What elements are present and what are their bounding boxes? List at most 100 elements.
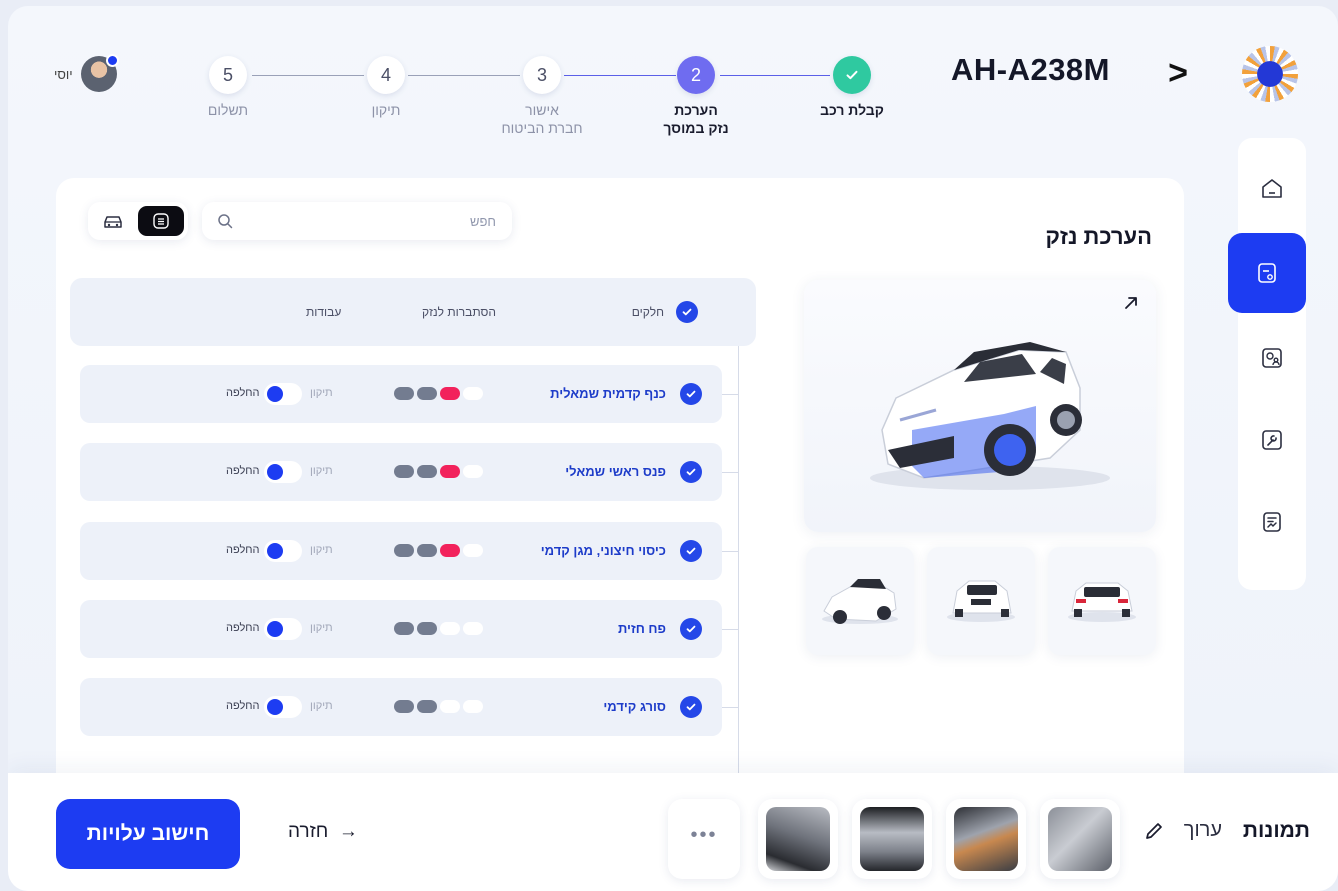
step-label: הערכת נזק במוסך: [663, 102, 729, 136]
probability-pill: [394, 700, 414, 713]
step-repair[interactable]: 4 תיקון: [326, 56, 446, 120]
photo-thumbnail: [954, 807, 1018, 871]
sidebar-item-damage-report[interactable]: [1228, 233, 1306, 313]
probability-pill: [417, 622, 437, 635]
repair-label: תיקון: [310, 622, 333, 634]
car-illustration: [870, 342, 1110, 490]
probability-pill: [440, 387, 460, 400]
damage-photo[interactable]: [852, 799, 932, 879]
probability-pill: [463, 387, 483, 400]
replace-label: החלפה: [226, 387, 260, 399]
probability-pill: [463, 700, 483, 713]
step-damage-assessment[interactable]: 2 הערכת נזק במוסך: [636, 56, 756, 137]
search-box: [202, 202, 512, 240]
wrench-icon: [1262, 430, 1282, 450]
thumbnail-front[interactable]: [806, 547, 914, 655]
part-checkbox[interactable]: [680, 696, 702, 718]
repair-replace-toggle[interactable]: [264, 383, 302, 405]
repair-replace-toggle[interactable]: [264, 461, 302, 483]
damage-assessment-panel: הערכת נזק חלקים הסתברות לנזק עבודות כנף …: [56, 178, 1184, 818]
damage-photo[interactable]: [1040, 799, 1120, 879]
pencil-icon[interactable]: [1142, 819, 1166, 843]
calculate-costs-button[interactable]: חישוב עלויות: [56, 799, 240, 869]
report-chart-icon: [1263, 512, 1281, 532]
damage-probability-meter: [394, 387, 483, 400]
photos-title: תמונות: [1242, 819, 1310, 842]
thumbnail-rear[interactable]: [1048, 547, 1156, 655]
tree-branch: [722, 394, 738, 395]
part-checkbox[interactable]: [680, 540, 702, 562]
photo-thumbnail: [860, 807, 924, 871]
probability-pill: [440, 544, 460, 557]
part-checkbox[interactable]: [680, 461, 702, 483]
check-icon: [686, 625, 696, 633]
main-vehicle-image[interactable]: [804, 280, 1156, 532]
tree-branch: [722, 707, 738, 708]
repair-replace-toggle[interactable]: [264, 696, 302, 718]
select-all-checkbox[interactable]: [676, 301, 698, 323]
repair-replace-toggle[interactable]: [264, 618, 302, 640]
edit-photos-link[interactable]: ערוך: [1184, 819, 1222, 842]
repair-replace-toggle[interactable]: [264, 540, 302, 562]
avatar[interactable]: [80, 54, 119, 92]
probability-pill: [463, 622, 483, 635]
car-person-icon: [1262, 348, 1282, 368]
repair-label: תיקון: [310, 700, 333, 712]
part-row[interactable]: פח חזית תיקון החלפה: [80, 600, 738, 658]
sidebar: [1228, 138, 1306, 590]
damage-probability-meter: [394, 700, 483, 713]
column-header-probability: הסתברות לנזק: [422, 305, 496, 319]
step-number: 3: [523, 56, 561, 94]
part-row[interactable]: כיסוי חיצוני, מגן קדמי תיקון החלפה: [80, 522, 738, 580]
probability-pill: [463, 544, 483, 557]
probability-pill: [440, 700, 460, 713]
damage-photo[interactable]: [758, 799, 838, 879]
probability-pill: [417, 465, 437, 478]
step-vehicle-intake[interactable]: קבלת רכב: [792, 56, 912, 120]
search-input[interactable]: [242, 211, 496, 231]
list-view-button[interactable]: [138, 206, 184, 236]
sidebar-item-home[interactable]: [1238, 158, 1306, 218]
part-row[interactable]: כנף קדמית שמאלית תיקון החלפה: [80, 365, 738, 423]
probability-pill: [394, 544, 414, 557]
thumbnail-rear-angle[interactable]: [927, 547, 1035, 655]
part-row[interactable]: פנס ראשי שמאלי תיקון החלפה: [80, 443, 738, 501]
license-plate: AH-A238M: [950, 52, 1110, 87]
chevron-right-icon[interactable]: >: [1168, 56, 1188, 90]
damage-probability-meter: [394, 622, 483, 635]
damage-photo[interactable]: [946, 799, 1026, 879]
probability-pill: [440, 622, 460, 635]
step-number: 5: [209, 56, 247, 94]
sidebar-item-reports[interactable]: [1238, 492, 1306, 552]
replace-label: החלפה: [226, 465, 260, 477]
check-icon: [686, 547, 696, 555]
back-label: חזרה: [288, 821, 329, 842]
check-icon: [682, 308, 692, 316]
brand-logo: [1242, 46, 1298, 102]
sidebar-item-repair[interactable]: [1238, 410, 1306, 470]
tree-connector: [738, 346, 739, 818]
document-settings-icon: [1258, 263, 1276, 283]
step-insurance-approval[interactable]: 3 אישור חברת הביטוח: [482, 56, 602, 137]
step-label: אישור חברת הביטוח: [501, 102, 583, 136]
part-row[interactable]: סורג קידמי תיקון החלפה: [80, 678, 738, 736]
table-header: חלקים הסתברות לנזק עבודות: [70, 278, 756, 346]
damage-probability-meter: [394, 465, 483, 478]
car-front-thumbnail: [822, 579, 898, 624]
damage-probability-meter: [394, 544, 483, 557]
part-checkbox[interactable]: [680, 618, 702, 640]
more-photos-button[interactable]: •••: [668, 799, 740, 879]
photos-bar: תמונות ערוך ••• חזרה → חישוב עלויות: [8, 773, 1338, 891]
car-rear-angle-thumbnail: [947, 580, 1015, 622]
user-profile[interactable]: יוסי: [54, 54, 119, 92]
car-view-icon[interactable]: [102, 211, 124, 231]
part-checkbox[interactable]: [680, 383, 702, 405]
sidebar-item-customer[interactable]: [1238, 328, 1306, 388]
part-name: פנס ראשי שמאלי: [565, 464, 666, 479]
back-button[interactable]: חזרה →: [288, 821, 358, 843]
repair-label: תיקון: [310, 387, 333, 399]
photo-thumbnail: [766, 807, 830, 871]
repair-label: תיקון: [310, 465, 333, 477]
replace-label: החלפה: [226, 544, 260, 556]
step-payment[interactable]: 5 תשלום: [168, 56, 288, 120]
